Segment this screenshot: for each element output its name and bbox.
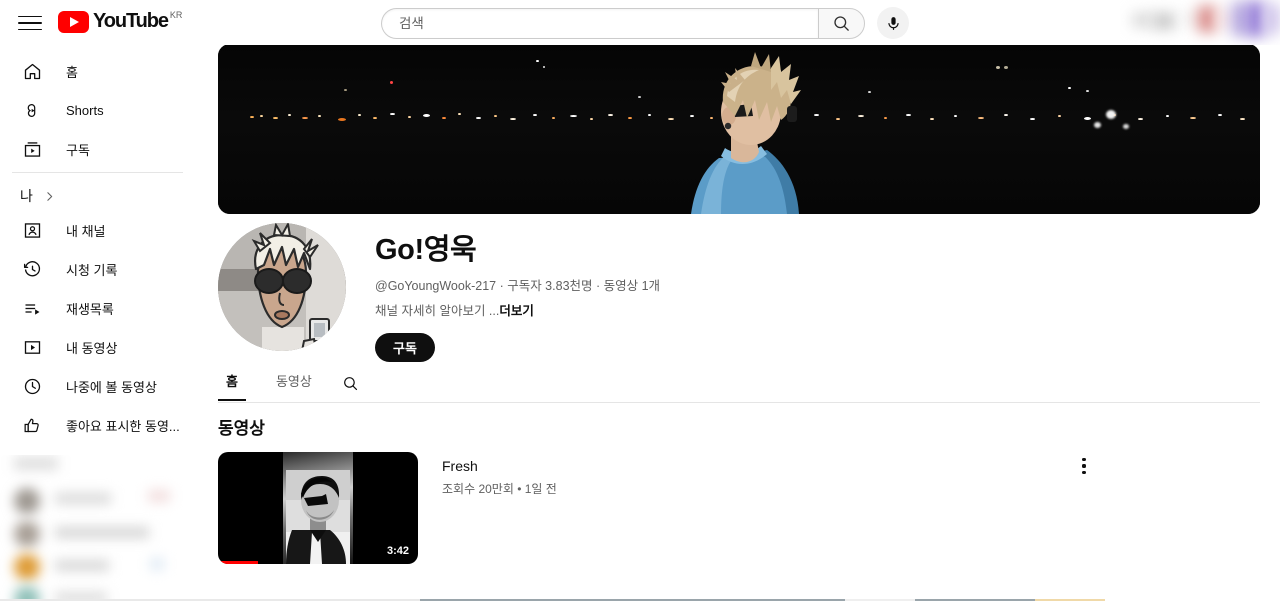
- channel-header: Go!영욱 @GoYoungWook-217 · 구독자 3.83천명 · 동영…: [218, 223, 660, 362]
- youtube-channel-page: YouTube KR 검색 홈 Shorts 구독 나 내 채널 시청 기록 재…: [0, 0, 1280, 601]
- kebab-dot: [1082, 458, 1086, 462]
- hamburger-line: [18, 22, 42, 24]
- video-info: Fresh 조회수 20만회 • 1일 전: [442, 452, 1060, 564]
- sidebar-label: 내 채널: [66, 223, 106, 239]
- youtube-play-icon: [58, 11, 89, 33]
- your-videos-icon: [20, 335, 44, 359]
- tab-search-button[interactable]: [342, 365, 359, 401]
- channel-stats: @GoYoungWook-217 · 구독자 3.83천명 · 동영상 1개: [375, 279, 661, 293]
- your-channel-icon: [20, 218, 44, 242]
- video-metadata: 조회수 20만회 • 1일 전: [442, 482, 557, 496]
- sidebar-label: 재생목록: [66, 301, 114, 317]
- video-duration-badge: 3:42: [382, 543, 413, 559]
- left-sidebar: 홈 Shorts 구독 나 내 채널 시청 기록 재생목록 내 동영상 나중에 …: [0, 45, 195, 601]
- blurred-chip: [1217, 12, 1232, 26]
- sidebar-divider: [12, 172, 183, 173]
- youtube-logo-text: YouTube: [93, 10, 169, 32]
- sidebar-item-your-videos[interactable]: 내 동영상: [6, 331, 189, 363]
- kebab-dot: [1082, 464, 1086, 468]
- thumbnail-person-figure: [286, 470, 350, 564]
- tab-videos[interactable]: 동영상: [268, 365, 320, 401]
- search-input[interactable]: [397, 14, 818, 32]
- video-list-item: 3:42 Fresh 조회수 20만회 • 1일 전: [218, 452, 1098, 564]
- blurred-avatar: [14, 521, 40, 547]
- blurred-badge: [150, 558, 164, 570]
- video-thumbnail[interactable]: 3:42: [218, 452, 418, 564]
- hamburger-menu-icon[interactable]: [18, 12, 42, 34]
- sidebar-label: Shorts: [66, 102, 104, 118]
- liked-videos-icon: [20, 413, 44, 437]
- search-box[interactable]: [381, 7, 818, 39]
- avatar-cartoon-face: [218, 223, 346, 351]
- blurred-text: [55, 527, 149, 538]
- sidebar-item-watch-later[interactable]: 나중에 볼 동영상: [6, 370, 189, 402]
- sidebar-item-history[interactable]: 시청 기록: [6, 253, 189, 285]
- playlists-icon: [20, 296, 44, 320]
- videos-section-title: 동영상: [218, 419, 265, 438]
- channel-description-more[interactable]: 더보기: [499, 304, 534, 318]
- sidebar-item-your-channel[interactable]: 내 채널: [6, 214, 189, 246]
- sidebar-item-playlists[interactable]: 재생목록: [6, 292, 189, 324]
- kebab-dot: [1082, 470, 1086, 474]
- sidebar-label: 시청 기록: [66, 262, 118, 278]
- blurred-text: [55, 493, 111, 504]
- video-title[interactable]: Fresh: [442, 456, 1060, 476]
- home-icon: [20, 59, 44, 83]
- sidebar-label: 내 동영상: [66, 340, 118, 356]
- microphone-icon: [887, 16, 899, 30]
- blurred-avatar: [14, 488, 40, 514]
- tab-home[interactable]: 홈: [218, 365, 246, 401]
- hamburger-line: [18, 15, 42, 18]
- blurred-chip: [1264, 4, 1280, 34]
- hamburger-line: [18, 28, 42, 31]
- channel-avatar[interactable]: [218, 223, 346, 351]
- search-area: [381, 7, 909, 39]
- more-vertical-icon[interactable]: [1070, 452, 1098, 480]
- watch-later-icon: [20, 374, 44, 398]
- banner-person-figure: [691, 52, 801, 214]
- watch-progress-bar: [218, 561, 258, 564]
- blurred-chip: [1132, 13, 1152, 27]
- blurred-chip: [1153, 13, 1175, 29]
- subscribe-button[interactable]: 구독: [375, 333, 435, 362]
- sidebar-section-you[interactable]: 나: [0, 182, 195, 210]
- search-icon: [834, 15, 849, 31]
- voice-search-button[interactable]: [877, 7, 909, 39]
- blurred-chip: [1248, 2, 1264, 36]
- sidebar-label: 좋아요 표시한 동영...: [66, 418, 180, 434]
- youtube-logo[interactable]: YouTube KR: [58, 11, 182, 33]
- main-content: Go!영욱 @GoYoungWook-217 · 구독자 3.83천명 · 동영…: [195, 45, 1280, 601]
- sidebar-item-subscriptions[interactable]: 구독: [6, 133, 189, 165]
- sidebar-item-shorts[interactable]: Shorts: [6, 94, 189, 126]
- subscriptions-icon: [20, 137, 44, 161]
- history-icon: [20, 257, 44, 281]
- blurred-text: [55, 560, 109, 571]
- channel-banner[interactable]: [218, 45, 1260, 214]
- sidebar-label: 나중에 볼 동영상: [66, 379, 157, 395]
- blurred-chip: [1198, 6, 1216, 32]
- shorts-icon: [20, 98, 44, 122]
- channel-meta: Go!영욱 @GoYoungWook-217 · 구독자 3.83천명 · 동영…: [375, 223, 660, 362]
- sidebar-item-home[interactable]: 홈: [6, 55, 189, 87]
- sidebar-label: 홈: [66, 64, 78, 80]
- blurred-chip: [1183, 12, 1199, 26]
- search-icon: [343, 376, 357, 390]
- sidebar-item-liked-videos[interactable]: 좋아요 표시한 동영...: [6, 409, 189, 441]
- blurred-text: [14, 457, 58, 470]
- channel-description[interactable]: 채널 자세히 알아보기 ...더보기: [375, 303, 660, 320]
- top-navigation-bar: YouTube KR: [0, 0, 1280, 45]
- channel-name: Go!영욱: [375, 234, 477, 266]
- sidebar-section-label: 나: [20, 188, 33, 204]
- blurred-badge: [148, 490, 170, 502]
- blurred-avatar: [14, 554, 40, 580]
- channel-description-text: 채널 자세히 알아보기 ...: [375, 304, 500, 318]
- search-submit-button[interactable]: [818, 7, 865, 39]
- chevron-right-icon: [43, 190, 56, 203]
- youtube-country-code: KR: [169, 10, 183, 20]
- sidebar-label: 구독: [66, 142, 90, 158]
- channel-tabs: 홈 동영상: [218, 365, 1260, 403]
- subscriptions-list-blurred[interactable]: [0, 455, 195, 601]
- account-controls-blurred[interactable]: [1120, 0, 1280, 45]
